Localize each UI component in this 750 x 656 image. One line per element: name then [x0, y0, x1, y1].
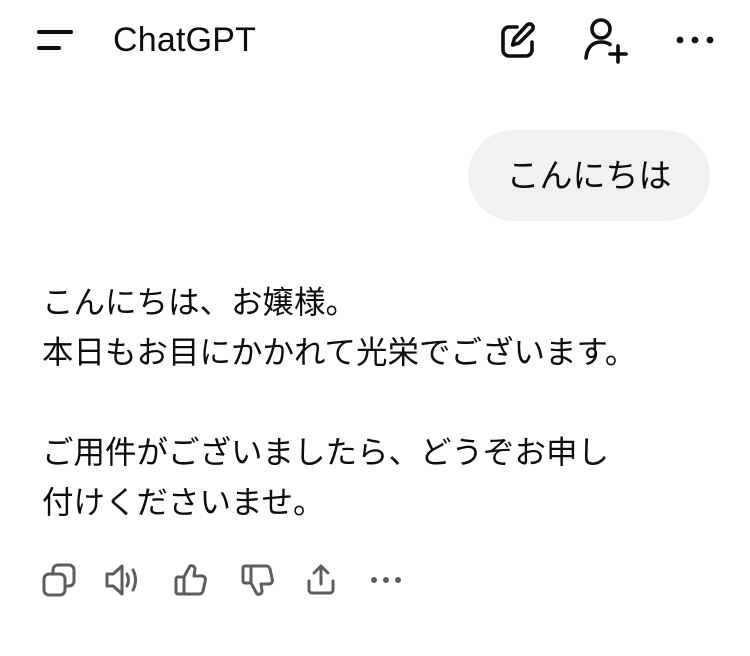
assistant-line: 本日もお目にかかれて光栄でございます。	[42, 335, 637, 371]
menu-button[interactable]	[30, 20, 80, 60]
compose-icon	[501, 22, 535, 58]
assistant-line: こんにちは、お嬢様。	[42, 285, 358, 321]
assistant-line: 付けくださいませ。	[42, 485, 325, 521]
thumbs-down-icon	[241, 564, 274, 596]
new-chat-button[interactable]	[493, 18, 543, 64]
more-actions-button[interactable]	[363, 558, 409, 602]
assistant-line	[42, 378, 732, 428]
read-aloud-button[interactable]	[99, 558, 145, 602]
thumbs-up-icon	[174, 564, 207, 596]
options-button[interactable]	[668, 20, 722, 60]
top-bar: ChatGPT	[0, 0, 750, 82]
menu-icon	[37, 30, 73, 50]
user-message-bubble: こんにちは	[468, 130, 710, 221]
good-response-button[interactable]	[168, 558, 214, 602]
bad-response-button[interactable]	[235, 558, 281, 602]
more-icon	[676, 36, 714, 44]
app-title[interactable]: ChatGPT	[113, 18, 256, 62]
assistant-message: こんにちは、お嬢様。 本日もお目にかかれて光栄でございます。 ご用件がございまし…	[42, 278, 732, 528]
add-people-button[interactable]	[578, 14, 634, 68]
copy-icon	[42, 563, 76, 597]
assistant-line: ご用件がございましたら、どうぞお申し	[42, 435, 610, 471]
share-icon	[307, 564, 335, 595]
copy-button[interactable]	[36, 558, 82, 602]
share-button[interactable]	[298, 558, 344, 602]
more-icon	[371, 577, 401, 583]
add-user-icon	[584, 18, 628, 64]
read-aloud-icon	[105, 564, 137, 596]
user-message-text: こんにちは	[506, 155, 672, 195]
